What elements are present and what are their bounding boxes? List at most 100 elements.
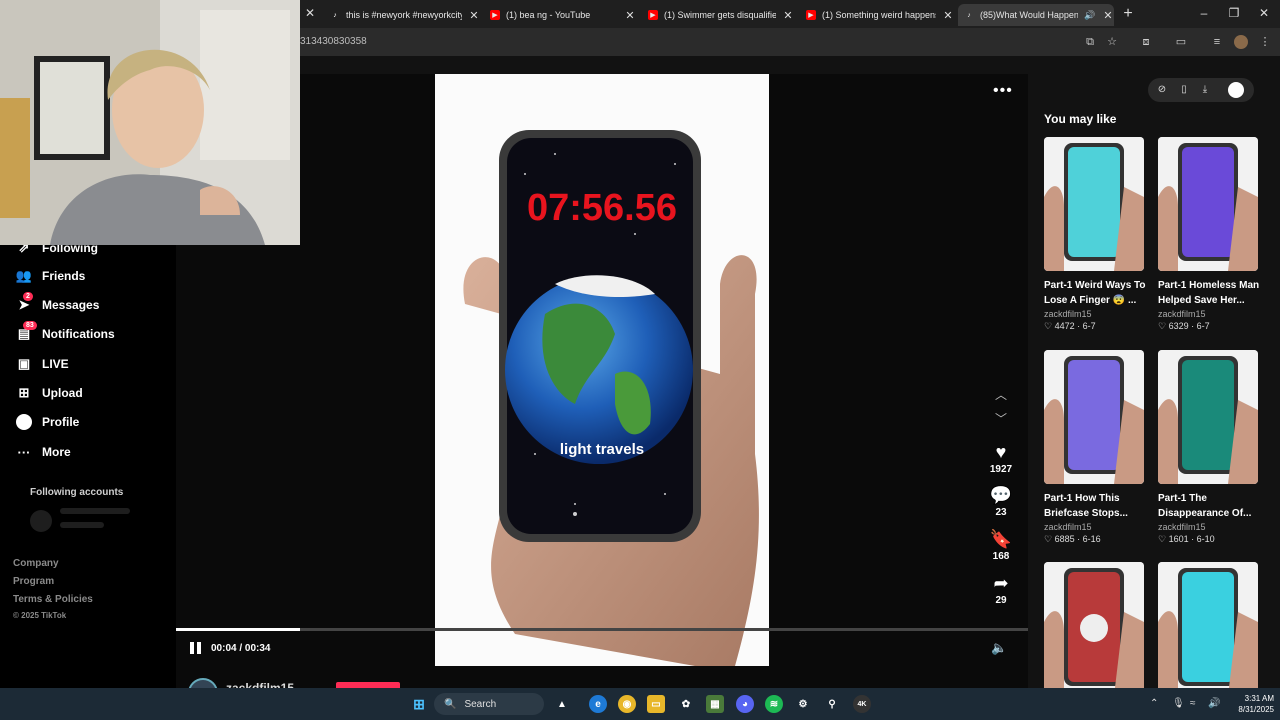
close-tab-icon[interactable]: ✕ [300, 6, 320, 20]
share-icon: ➦ [993, 573, 1009, 593]
save-count: 168 [992, 551, 1010, 562]
share-count: 29 [995, 595, 1007, 606]
spotify-icon[interactable]: ≋ [765, 695, 783, 713]
url-text[interactable]: 313430830358 [300, 36, 367, 47]
close-icon[interactable]: ✕ [942, 9, 954, 22]
video-frame[interactable]: 07:56.56 light travels [435, 74, 769, 666]
footer-link-program[interactable]: Program [13, 576, 54, 587]
sidebar-item-more[interactable]: ··· More [16, 444, 71, 460]
tab-title: (1) Something weird happens w [822, 10, 936, 20]
tab-title: (1) Swimmer gets disqualified f [664, 10, 776, 20]
device-icon[interactable]: ▯ [1177, 84, 1191, 98]
video-thumbnail[interactable] [1158, 137, 1258, 271]
sidebar-item-messages[interactable]: ➤ 2 Messages [16, 292, 100, 313]
tab-title: (1) bea ng - YouTube [506, 10, 591, 20]
sidebar-item-notifications[interactable]: ▤ 83 Notifications [16, 321, 115, 342]
share-button[interactable]: ➦ 29 [981, 573, 1021, 606]
video-thumbnail[interactable] [1158, 562, 1258, 696]
video-thumbnail[interactable] [1044, 562, 1144, 696]
comment-button[interactable]: 💬 23 [981, 485, 1021, 518]
footer-link-company[interactable]: Company [13, 558, 59, 569]
save-button[interactable]: 🔖 168 [981, 529, 1021, 562]
profile-avatar-icon[interactable] [1234, 35, 1248, 49]
card-date: 6-7 [1196, 321, 1210, 331]
steam-icon[interactable]: ⚲ [823, 695, 841, 713]
comment-icon: 💬 [989, 485, 1013, 505]
settings-app-icon[interactable]: ✿ [677, 695, 695, 713]
chevron-up-icon[interactable]: ⌃ [1150, 698, 1158, 709]
4k-app-icon[interactable]: 4K [853, 695, 871, 713]
close-icon[interactable]: ✕ [782, 9, 794, 22]
video-card[interactable]: Part-1 Weird Ways To Lose A Finger 😨 ...… [1044, 137, 1148, 332]
star-icon[interactable]: ☆ [1105, 35, 1119, 49]
video-card[interactable]: Part-1 The Disappearance Of... zackdfilm… [1158, 350, 1262, 545]
next-video-icon[interactable]: ﹀ [994, 410, 1008, 427]
sidepanel-icon[interactable]: ▭ [1174, 35, 1188, 49]
youtube-icon: ▶ [806, 10, 816, 20]
tab-swimmer[interactable]: ▶ (1) Swimmer gets disqualified f ✕ [642, 4, 794, 26]
video-thumbnail[interactable] [1158, 350, 1258, 484]
volume-tray-icon[interactable]: 🔊 [1208, 698, 1220, 709]
minimize-icon[interactable]: – [1194, 6, 1214, 20]
footer-link-terms[interactable]: Terms & Policies [13, 594, 93, 605]
more-options-icon[interactable]: ••• [993, 82, 1013, 100]
discord-icon[interactable]: ◕ [736, 695, 754, 713]
sidebar-item-label: Messages [42, 298, 100, 312]
card-meta: ♡ 1601 · 6-10 [1158, 534, 1215, 544]
card-author: zackdfilm15 [1158, 309, 1206, 319]
video-card[interactable]: Part-1 How This Briefcase Stops... zackd… [1044, 350, 1148, 545]
volume-icon[interactable]: 🔈 [991, 640, 1007, 656]
tab-bea-ng[interactable]: ▶ (1) bea ng - YouTube ✕ [484, 4, 636, 26]
clock[interactable]: 3:31 AM 8/31/2025 [1228, 693, 1274, 715]
microphone-icon[interactable]: 🎙 [1172, 698, 1185, 709]
video-thumbnail[interactable] [1044, 137, 1144, 271]
close-icon[interactable]: ✕ [1102, 9, 1114, 22]
tab-newyork[interactable]: ♪ this is #newyork #newyorkcity | ✕ [324, 4, 480, 26]
like-button[interactable]: ♥ 1927 [981, 442, 1021, 475]
kebab-menu-icon[interactable]: ⋮ [1258, 35, 1272, 49]
video-card[interactable] [1158, 562, 1262, 696]
heart-outline-icon: ♡ [1158, 534, 1169, 544]
folder-icon[interactable]: ▭ [647, 695, 665, 713]
sidebar-item-profile[interactable]: Profile [16, 414, 79, 430]
tiktok-icon: ♪ [967, 11, 971, 19]
progress-bar[interactable] [176, 628, 1028, 631]
video-thumbnail[interactable] [1044, 350, 1144, 484]
maximize-icon[interactable]: ❐ [1224, 6, 1244, 20]
close-icon[interactable]: ✕ [468, 9, 480, 22]
webcam-overlay [0, 0, 300, 245]
traffic-cone-icon[interactable]: ▲ [553, 695, 571, 713]
chrome-icon[interactable]: ◉ [618, 695, 636, 713]
video-card[interactable] [1044, 562, 1148, 696]
you-may-like-heading: You may like [1044, 112, 1117, 126]
pause-button[interactable] [190, 642, 204, 656]
speaker-icon[interactable]: 🔊 [1084, 10, 1096, 21]
install-icon[interactable]: ⧉ [1083, 35, 1097, 49]
gear-icon[interactable]: ⚙ [794, 695, 812, 713]
video-card[interactable]: Part-1 Homeless Man Helped Save Her... z… [1158, 137, 1262, 332]
download-icon[interactable]: ⤓ [1198, 84, 1212, 98]
edge-icon[interactable]: e [589, 695, 607, 713]
video-player[interactable]: 07:56.56 light travels ••• ︿ ﹀ ♥ 1927 💬 … [176, 74, 1028, 688]
media-icon[interactable]: ≡ [1210, 35, 1224, 49]
card-likes: 6329 [1168, 321, 1189, 331]
sidebar-item-live[interactable]: ▣ LIVE [16, 356, 69, 372]
extensions-icon[interactable]: ⧈ [1139, 35, 1153, 49]
window-close-icon[interactable]: ✕ [1254, 6, 1274, 20]
friends-icon: 👥 [15, 268, 33, 283]
sidebar-item-friends[interactable]: 👥 Friends [16, 268, 85, 284]
app-icon[interactable]: ▦ [706, 695, 724, 713]
new-tab-icon[interactable]: + [1120, 5, 1136, 23]
link-icon[interactable]: ⊘ [1155, 84, 1169, 98]
card-date: 6-7 [1082, 321, 1096, 331]
previous-video-icon[interactable]: ︿ [994, 386, 1008, 403]
sidebar-item-upload[interactable]: ⊞ Upload [16, 385, 83, 401]
toggle-icon[interactable] [1228, 82, 1244, 98]
close-icon[interactable]: ✕ [624, 9, 636, 22]
wifi-icon[interactable]: ≈ [1190, 698, 1196, 709]
windows-start-icon[interactable]: ⊞ [410, 695, 428, 713]
taskbar-search[interactable]: 🔍 Search [434, 693, 544, 715]
pause-bar [190, 642, 194, 654]
tab-something-weird[interactable]: ▶ (1) Something weird happens w ✕ [800, 4, 954, 26]
tab-what-would-happen[interactable]: ♪ (85)What Would Happen If 🔊 ✕ [958, 4, 1114, 26]
